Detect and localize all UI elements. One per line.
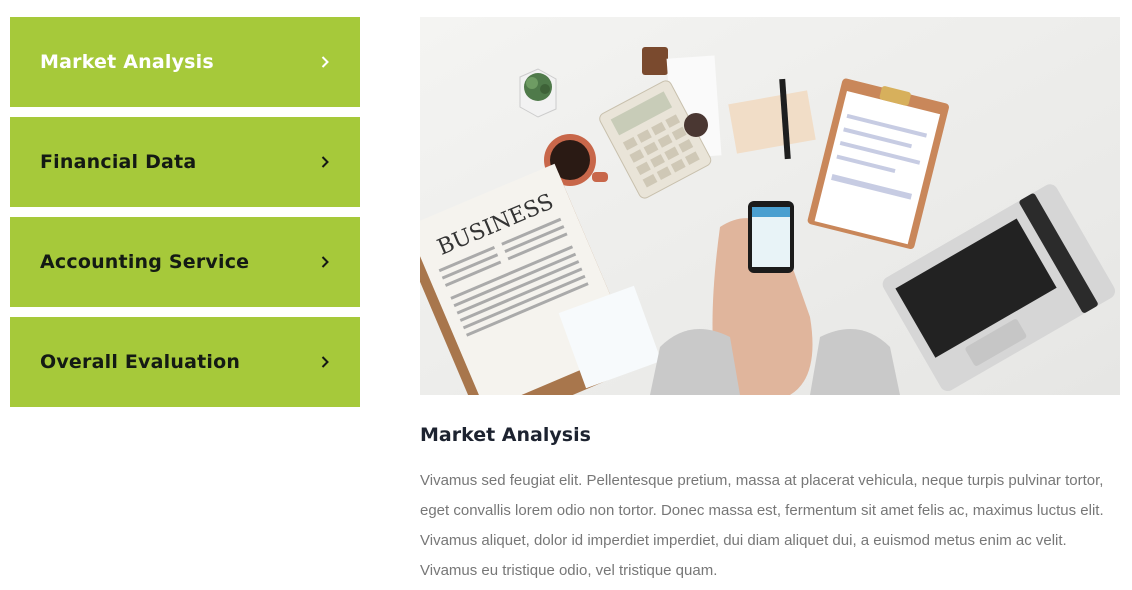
content-paragraph: Vivamus sed feugiat elit. Pellentesque p… [420,472,1104,579]
business-desk-photo: BUSINESS [420,17,1120,395]
tab-label: Overall Evaluation [40,351,241,373]
tab-overall-evaluation[interactable]: Overall Evaluation [10,317,360,407]
chevron-right-icon [320,155,330,169]
plant-icon [519,68,557,118]
tab-accounting-service[interactable]: Accounting Service [10,217,360,307]
tab-label: Financial Data [40,151,197,173]
tab-label: Accounting Service [40,251,250,273]
chevron-right-icon [320,55,330,69]
tab-market-analysis[interactable]: Market Analysis [10,17,360,107]
chevron-right-icon [320,355,330,369]
tab-label: Market Analysis [40,51,214,73]
chevron-right-icon [320,255,330,269]
service-tabs: Market Analysis Financial Data Accountin… [10,17,360,417]
tab-financial-data[interactable]: Financial Data [10,117,360,207]
content-title: Market Analysis [420,424,591,446]
